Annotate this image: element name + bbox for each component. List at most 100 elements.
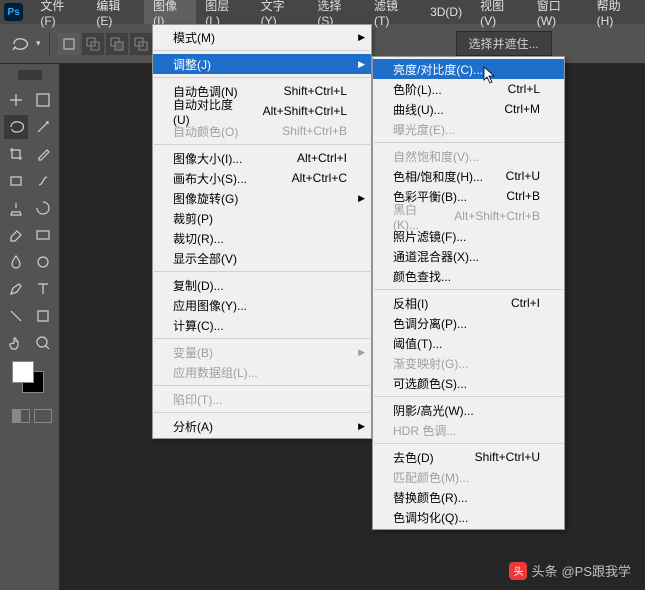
menuitem-label: 计算(C)... bbox=[173, 317, 347, 334]
color-swatches[interactable] bbox=[12, 361, 52, 401]
menuitem-label: 去色(D) bbox=[393, 449, 455, 466]
sel-sub-button[interactable] bbox=[106, 33, 128, 55]
menu-选择[interactable]: 选择(S) bbox=[308, 0, 365, 24]
toolbox-handle[interactable] bbox=[18, 70, 42, 80]
menu-3d[interactable]: 3D(D) bbox=[421, 0, 471, 24]
patch-tool[interactable] bbox=[4, 169, 28, 193]
path-tool[interactable] bbox=[4, 304, 28, 328]
menuitem-计算C[interactable]: 计算(C)... bbox=[153, 315, 371, 335]
menuitem-色调分离P[interactable]: 色调分离(P)... bbox=[373, 313, 564, 333]
menuitem-label: 自然饱和度(V)... bbox=[393, 148, 540, 165]
menu-窗口[interactable]: 窗口(W) bbox=[528, 0, 588, 24]
shortcut: Ctrl+U bbox=[506, 169, 540, 183]
menuitem-色调均化Q[interactable]: 色调均化(Q)... bbox=[373, 507, 564, 527]
menu-帮助[interactable]: 帮助(H) bbox=[588, 0, 645, 24]
menuitem-图像大小I[interactable]: 图像大小(I)...Alt+Ctrl+I bbox=[153, 148, 371, 168]
shortcut: Shift+Ctrl+U bbox=[475, 450, 540, 464]
menuitem-label: 通道混合器(X)... bbox=[393, 248, 540, 265]
menu-divider bbox=[154, 144, 370, 145]
menu-视图[interactable]: 视图(V) bbox=[471, 0, 528, 24]
menuitem-通道混合器X[interactable]: 通道混合器(X)... bbox=[373, 246, 564, 266]
menuitem-应用图像Y[interactable]: 应用图像(Y)... bbox=[153, 295, 371, 315]
dodge-tool[interactable] bbox=[31, 250, 55, 274]
marquee-tool[interactable] bbox=[31, 88, 55, 112]
menuitem-曲线U[interactable]: 曲线(U)...Ctrl+M bbox=[373, 99, 564, 119]
menuitem-色相/饱和度H[interactable]: 色相/饱和度(H)...Ctrl+U bbox=[373, 166, 564, 186]
menuitem-label: 色调分离(P)... bbox=[393, 315, 540, 332]
menuitem-颜色查找[interactable]: 颜色查找... bbox=[373, 266, 564, 286]
menuitem-阴影/高光W[interactable]: 阴影/高光(W)... bbox=[373, 400, 564, 420]
submenu-arrow-icon: ▶ bbox=[358, 59, 365, 70]
menuitem-分析A[interactable]: 分析(A)▶ bbox=[153, 416, 371, 436]
menuitem-label: 曲线(U)... bbox=[393, 101, 484, 118]
current-tool-icon[interactable] bbox=[10, 33, 32, 55]
type-tool[interactable] bbox=[31, 277, 55, 301]
foreground-swatch[interactable] bbox=[12, 361, 34, 383]
menuitem-复制D[interactable]: 复制(D)... bbox=[153, 275, 371, 295]
menuitem-应用数据组L: 应用数据组(L)... bbox=[153, 362, 371, 382]
shortcut: Alt+Ctrl+C bbox=[292, 171, 347, 185]
menuitem-替换颜色R[interactable]: 替换颜色(R)... bbox=[373, 487, 564, 507]
menuitem-label: HDR 色调... bbox=[393, 422, 540, 439]
menu-滤镜[interactable]: 滤镜(T) bbox=[365, 0, 421, 24]
screenmode-button[interactable] bbox=[34, 409, 52, 423]
menuitem-裁剪P[interactable]: 裁剪(P) bbox=[153, 208, 371, 228]
zoom-tool[interactable] bbox=[31, 331, 55, 355]
wand-tool[interactable] bbox=[31, 115, 55, 139]
pen-tool[interactable] bbox=[4, 277, 28, 301]
menuitem-label: 裁剪(P) bbox=[173, 210, 347, 227]
select-and-mask-button[interactable]: 选择并遮住... bbox=[456, 31, 552, 56]
menu-divider bbox=[154, 385, 370, 386]
blur-tool[interactable] bbox=[4, 250, 28, 274]
menuitem-label: 颜色查找... bbox=[393, 268, 540, 285]
menuitem-去色D[interactable]: 去色(D) Shift+Ctrl+U bbox=[373, 447, 564, 467]
history-tool[interactable] bbox=[31, 196, 55, 220]
menu-文字[interactable]: 文字(Y) bbox=[252, 0, 309, 24]
crop-tool[interactable] bbox=[4, 142, 28, 166]
menuitem-HDR 色调: HDR 色调... bbox=[373, 420, 564, 440]
menu-图像[interactable]: 图像(I) bbox=[144, 0, 196, 24]
move-tool[interactable] bbox=[4, 88, 28, 112]
menuitem-黑白K: 黑白(K)...Alt+Shift+Ctrl+B bbox=[373, 206, 564, 226]
menuitem-反相I[interactable]: 反相(I) Ctrl+I bbox=[373, 293, 564, 313]
menuitem-label: 自动颜色(O) bbox=[173, 123, 262, 140]
menu-divider bbox=[154, 412, 370, 413]
menuitem-阈值T[interactable]: 阈值(T)... bbox=[373, 333, 564, 353]
menuitem-label: 色阶(L)... bbox=[393, 81, 488, 98]
menuitem-亮度/对比度C[interactable]: 亮度/对比度(C)... bbox=[373, 59, 564, 79]
menu-编辑[interactable]: 编辑(E) bbox=[87, 0, 144, 24]
menuitem-图像旋转G[interactable]: 图像旋转(G)▶ bbox=[153, 188, 371, 208]
shortcut: Ctrl+I bbox=[511, 296, 540, 310]
sel-int-button[interactable] bbox=[130, 33, 152, 55]
menuitem-照片滤镜F[interactable]: 照片滤镜(F)... bbox=[373, 226, 564, 246]
menuitem-画布大小S[interactable]: 画布大小(S)...Alt+Ctrl+C bbox=[153, 168, 371, 188]
menuitem-可选颜色S[interactable]: 可选颜色(S)... bbox=[373, 373, 564, 393]
menu-divider bbox=[374, 396, 563, 397]
eyedrop-tool[interactable] bbox=[31, 142, 55, 166]
sel-add-button[interactable] bbox=[82, 33, 104, 55]
eraser-tool[interactable] bbox=[4, 223, 28, 247]
shortcut: Alt+Shift+Ctrl+L bbox=[263, 104, 347, 118]
dropdown-icon[interactable]: ▾ bbox=[36, 38, 41, 49]
shortcut: Ctrl+B bbox=[506, 189, 540, 203]
menuitem-label: 应用数据组(L)... bbox=[173, 364, 347, 381]
menuitem-自动对比度U[interactable]: 自动对比度(U)Alt+Shift+Ctrl+L bbox=[153, 101, 371, 121]
brush-tool[interactable] bbox=[31, 169, 55, 193]
quickmask-button[interactable] bbox=[12, 409, 30, 423]
menu-文件[interactable]: 文件(F) bbox=[31, 0, 87, 24]
hand-tool[interactable] bbox=[4, 331, 28, 355]
toolbox bbox=[0, 64, 60, 590]
menuitem-调整J[interactable]: 调整(J)▶ bbox=[153, 54, 371, 74]
menuitem-色阶L[interactable]: 色阶(L)...Ctrl+L bbox=[373, 79, 564, 99]
sel-new-button[interactable] bbox=[58, 33, 80, 55]
menubar: Ps 文件(F)编辑(E)图像(I)图层(L)文字(Y)选择(S)滤镜(T)3D… bbox=[0, 0, 645, 24]
shape-tool[interactable] bbox=[31, 304, 55, 328]
menuitem-显示全部V[interactable]: 显示全部(V) bbox=[153, 248, 371, 268]
menuitem-裁切R[interactable]: 裁切(R)... bbox=[153, 228, 371, 248]
menuitem-模式M[interactable]: 模式(M)▶ bbox=[153, 27, 371, 47]
menu-图层[interactable]: 图层(L) bbox=[196, 0, 251, 24]
stamp-tool[interactable] bbox=[4, 196, 28, 220]
lasso-tool[interactable] bbox=[4, 115, 28, 139]
menuitem-label: 反相(I) bbox=[393, 295, 491, 312]
gradient-tool[interactable] bbox=[31, 223, 55, 247]
